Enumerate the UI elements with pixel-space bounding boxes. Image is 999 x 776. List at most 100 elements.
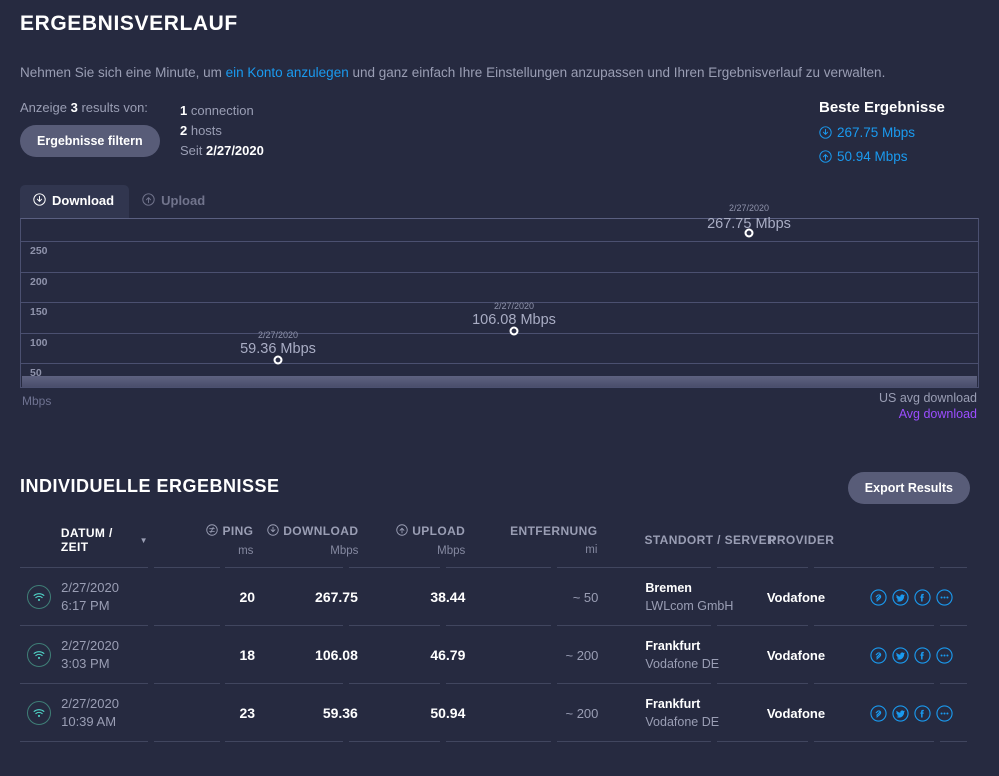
twitter-icon[interactable] bbox=[891, 588, 909, 606]
link-icon[interactable] bbox=[869, 588, 887, 606]
col-date-time[interactable]: DATUM / ZEIT ▼ bbox=[61, 512, 148, 568]
row-time: 6:17 PM bbox=[61, 598, 110, 613]
col-location-label: STANDORT / SERVER bbox=[644, 533, 777, 547]
wifi-icon bbox=[27, 701, 51, 725]
share-buttons bbox=[869, 704, 967, 722]
row-location: Frankfurt bbox=[645, 639, 701, 653]
col-download-label: DOWNLOAD bbox=[283, 524, 359, 538]
facebook-icon[interactable] bbox=[913, 588, 931, 606]
export-results-button[interactable]: Export Results bbox=[847, 472, 970, 504]
row-provider: Vodafone bbox=[743, 568, 870, 626]
connections-line: 1 connection bbox=[180, 101, 264, 121]
row-date: 2/27/2020 bbox=[61, 696, 119, 711]
row-upload-value: 46.79 bbox=[430, 647, 466, 663]
row-upload: 46.79 bbox=[371, 626, 484, 684]
ping-circle-icon bbox=[206, 523, 219, 539]
tab-upload-label: Upload bbox=[161, 193, 206, 209]
filter-results-button[interactable]: Ergebnisse filtern bbox=[20, 124, 160, 157]
results-table: DATUM / ZEIT ▼ PING ms DOWNLOAD Mbps UPL… bbox=[20, 512, 967, 742]
facebook-icon[interactable] bbox=[913, 646, 931, 664]
row-time: 10:39 AM bbox=[61, 714, 117, 729]
best-download: 267.75 Mbps bbox=[819, 125, 979, 140]
row-ping: 23 bbox=[149, 684, 273, 742]
summary-details: 1 connection 2 hosts Seit 2/27/2020 bbox=[180, 100, 264, 161]
row-server: Vodafone DE bbox=[645, 657, 720, 671]
row-ping: 18 bbox=[149, 626, 273, 684]
point-date-1: 2/27/2020 bbox=[257, 329, 299, 340]
upload-circle-icon bbox=[396, 523, 408, 539]
col-date-time-label: DATUM / ZEIT bbox=[60, 526, 113, 554]
more-icon[interactable] bbox=[935, 646, 953, 664]
row-date-time: 2/27/2020 3:03 PM bbox=[61, 626, 149, 684]
row-download: 59.36 bbox=[273, 684, 371, 742]
row-date-time: 2/27/2020 10:39 AM bbox=[61, 684, 149, 742]
tab-download[interactable]: Download bbox=[20, 184, 130, 218]
results-count-prefix: Anzeige bbox=[20, 99, 71, 115]
col-connection-type bbox=[20, 512, 61, 568]
download-circle-icon bbox=[267, 523, 279, 539]
row-distance: ~ 200 bbox=[483, 626, 645, 684]
row-location: Frankfurt bbox=[645, 697, 701, 711]
row-connection-type bbox=[20, 626, 61, 684]
col-download: DOWNLOAD Mbps bbox=[267, 512, 371, 568]
row-upload: 38.44 bbox=[371, 568, 484, 626]
row-download-value: 106.08 bbox=[315, 647, 358, 663]
best-results-title: Beste Ergebnisse bbox=[819, 98, 945, 116]
download-circle-icon bbox=[33, 193, 46, 209]
create-account-link[interactable]: ein Konto anzulegen bbox=[226, 65, 349, 80]
col-distance-header: ENTFERNUNG bbox=[510, 524, 597, 538]
table-row[interactable]: 2/27/2020 3:03 PM 18 106.08 46.79 ~ 200 … bbox=[20, 626, 967, 684]
col-download-header: DOWNLOAD bbox=[267, 523, 359, 539]
row-location-server: Bremen LWLcom GmbH bbox=[645, 568, 742, 626]
ytick-150: 150 bbox=[30, 305, 48, 318]
table-row[interactable]: 2/27/2020 10:39 AM 23 59.36 50.94 ~ 200 … bbox=[20, 684, 967, 742]
results-summary: Anzeige 3 results von: Ergebnisse filter… bbox=[20, 99, 979, 164]
table-row[interactable]: 2/27/2020 6:17 PM 20 267.75 38.44 ~ 50 B… bbox=[20, 568, 967, 626]
row-distance-value: ~ 200 bbox=[565, 705, 599, 721]
tab-upload[interactable]: Upload bbox=[129, 185, 220, 218]
share-buttons bbox=[869, 646, 967, 664]
row-ping: 20 bbox=[149, 568, 273, 626]
col-date-time-header[interactable]: DATUM / ZEIT ▼ bbox=[61, 526, 148, 554]
best-download-value: 267.75 Mbps bbox=[837, 124, 916, 140]
more-icon[interactable] bbox=[935, 704, 953, 722]
chart-plot-area: 250 200 150 100 50 2/27/2020 59.36 Mbps … bbox=[20, 203, 979, 388]
page-title: ERGEBNISVERLAUF bbox=[20, 12, 238, 35]
link-icon[interactable] bbox=[869, 646, 887, 664]
since-line: Seit 2/27/2020 bbox=[180, 141, 264, 161]
twitter-icon[interactable] bbox=[891, 646, 909, 664]
data-point-3[interactable] bbox=[744, 228, 754, 238]
intro-text: Nehmen Sie sich eine Minute, um ein Kont… bbox=[20, 64, 979, 83]
data-point-1[interactable] bbox=[273, 355, 283, 365]
more-icon[interactable] bbox=[935, 588, 953, 606]
row-download-value: 59.36 bbox=[322, 705, 358, 721]
row-connection-type bbox=[20, 568, 61, 626]
row-provider: Vodafone bbox=[743, 626, 870, 684]
facebook-icon[interactable] bbox=[913, 704, 931, 722]
twitter-icon[interactable] bbox=[891, 704, 909, 722]
ytick-200: 200 bbox=[30, 275, 48, 288]
col-provider-label: PROVIDER bbox=[768, 533, 835, 547]
row-provider-value: Vodafone bbox=[766, 589, 826, 605]
gridline-200 bbox=[21, 271, 978, 273]
row-ping-value: 23 bbox=[239, 705, 256, 721]
download-circle-icon bbox=[819, 126, 832, 139]
row-time: 3:03 PM bbox=[61, 656, 110, 671]
best-results-panel: Beste Ergebnisse 267.75 Mbps 50.94 Mbps bbox=[819, 99, 979, 164]
row-download: 106.08 bbox=[273, 626, 371, 684]
data-point-2[interactable] bbox=[509, 326, 519, 336]
chart-legend: US avg download Avg download bbox=[879, 390, 977, 422]
col-download-unit: Mbps bbox=[330, 544, 359, 557]
col-ping-label: PING bbox=[222, 524, 254, 538]
point-date-2: 2/27/2020 bbox=[493, 300, 535, 311]
gridline-250 bbox=[21, 240, 978, 242]
col-ping-unit: ms bbox=[238, 544, 254, 557]
intro-text-after: und ganz einfach Ihre Einstellungen anzu… bbox=[348, 65, 886, 80]
legend-us-avg-download: US avg download bbox=[879, 390, 977, 405]
col-provider: PROVIDER bbox=[744, 512, 870, 568]
individual-results-title: INDIVIDUELLE ERGEBNISSE bbox=[20, 476, 280, 496]
chart-tabs: Download Upload bbox=[20, 184, 979, 218]
hosts-line: 2 hosts bbox=[180, 121, 264, 141]
download-history-chart[interactable]: 250 200 150 100 50 2/27/2020 59.36 Mbps … bbox=[20, 203, 979, 421]
link-icon[interactable] bbox=[869, 704, 887, 722]
